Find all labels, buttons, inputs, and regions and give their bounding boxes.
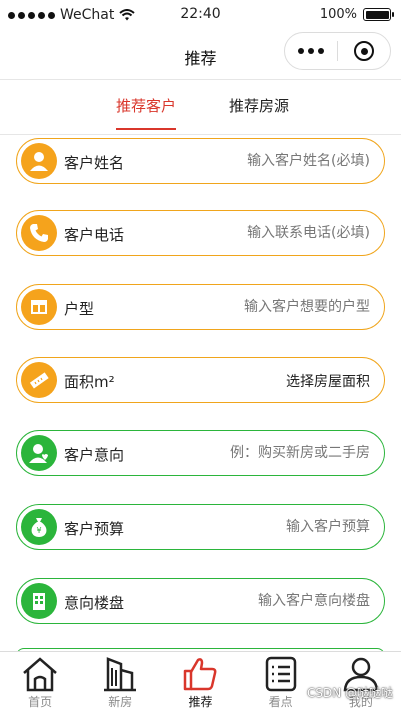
house-type-label: 户型 xyxy=(64,300,95,318)
mini-program-capsule xyxy=(284,32,391,70)
area-row: 面积m² 选择房屋面积 xyxy=(16,357,385,403)
tab-recommend-customer[interactable]: 推荐客户 xyxy=(116,95,177,130)
floorplan-icon xyxy=(21,289,57,325)
intended-property-input[interactable] xyxy=(170,585,370,617)
customer-intention-row: 客户意向 xyxy=(16,430,385,476)
ruler-icon xyxy=(21,362,57,398)
navigation-bar: 推荐 xyxy=(0,32,401,80)
tabbar-recommend-label: 推荐 xyxy=(188,695,213,709)
thumbs-up-icon xyxy=(184,658,217,691)
area-label: 面积m² xyxy=(64,373,115,391)
more-icon[interactable] xyxy=(285,48,337,54)
phone-icon xyxy=(21,215,57,251)
tab-recommend-property[interactable]: 推荐房源 xyxy=(229,95,289,128)
house-type-row: 户型 xyxy=(16,284,385,330)
tabbar-highlights-label: 看点 xyxy=(268,695,293,709)
battery-level xyxy=(365,10,389,19)
customer-intention-input[interactable] xyxy=(170,437,370,469)
battery-percent: 100% xyxy=(319,7,357,22)
tabbar-recommend[interactable]: 推荐 xyxy=(160,652,240,712)
building-icon xyxy=(21,583,57,619)
customer-budget-row: ¥ 客户预算 xyxy=(16,504,385,550)
customer-intention-label: 客户意向 xyxy=(64,446,125,464)
home-icon xyxy=(23,657,57,692)
customer-name-label: 客户姓名 xyxy=(64,154,125,172)
customer-name-input[interactable] xyxy=(170,145,370,177)
area-selector[interactable]: 选择房屋面积 xyxy=(286,371,370,391)
document-list-icon xyxy=(265,656,296,692)
customer-phone-input[interactable] xyxy=(170,217,370,249)
customer-budget-label: 客户预算 xyxy=(64,520,125,538)
tabbar-mine[interactable]: 我的 xyxy=(321,652,401,712)
user-heart-icon xyxy=(21,435,57,471)
person-icon xyxy=(21,143,57,179)
recommend-tabs: 推荐客户 推荐房源 xyxy=(0,81,401,135)
money-bag-icon: ¥ xyxy=(21,509,57,545)
customer-phone-row: 客户电话 xyxy=(16,210,385,256)
tabbar-new-house-label: 新房 xyxy=(108,695,133,709)
status-bar: WeChat 22:40 100% xyxy=(0,0,401,32)
close-program-icon[interactable] xyxy=(338,41,390,61)
customer-budget-input[interactable] xyxy=(170,511,370,543)
tabbar-home[interactable]: 首页 xyxy=(0,652,80,712)
svg-text:¥: ¥ xyxy=(36,526,41,535)
tabbar-home-label: 首页 xyxy=(28,695,53,709)
building-icon xyxy=(104,657,137,692)
tabbar-highlights[interactable]: 看点 xyxy=(241,652,321,712)
watermark: CSDN @哒哒哒 xyxy=(306,686,393,700)
bottom-tab-bar: 首页 新房 推荐 看点 我的 xyxy=(0,651,401,712)
intended-property-row: 意向楼盘 xyxy=(16,578,385,624)
battery-icon xyxy=(363,8,394,21)
house-type-input[interactable] xyxy=(170,291,370,323)
intended-property-label: 意向楼盘 xyxy=(64,594,125,612)
tabbar-new-house[interactable]: 新房 xyxy=(80,652,160,712)
customer-name-row: 客户姓名 xyxy=(16,138,385,184)
customer-phone-label: 客户电话 xyxy=(64,226,125,244)
